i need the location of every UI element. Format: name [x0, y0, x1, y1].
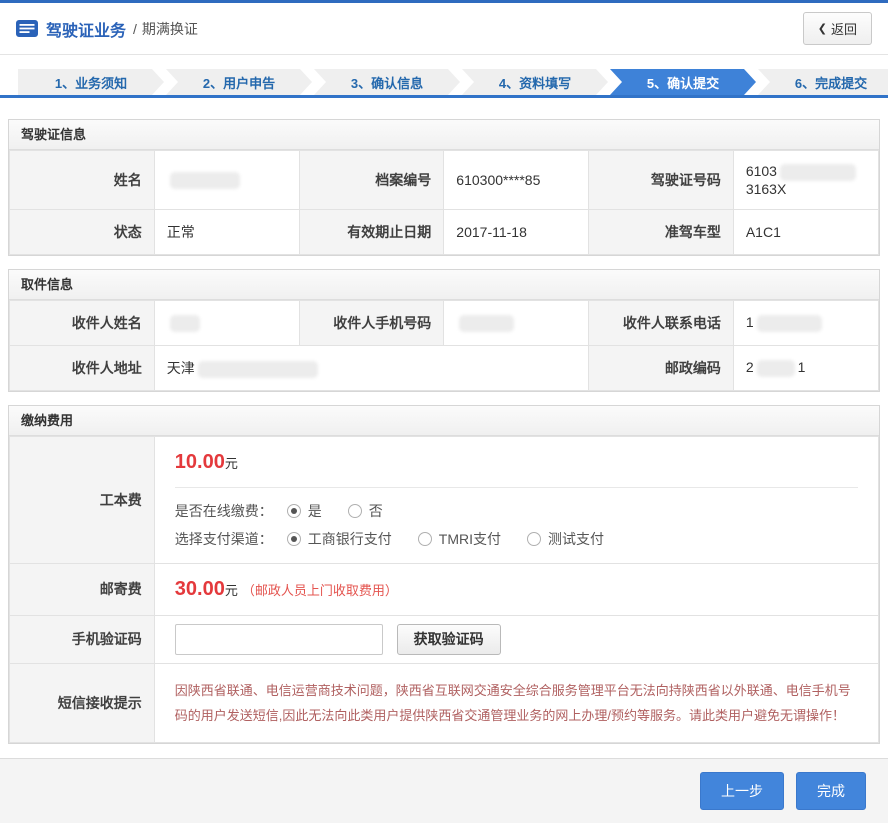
pickup-info-title: 取件信息 [9, 270, 879, 300]
redacted-value [170, 315, 200, 332]
value-recipient-name [154, 300, 299, 345]
redacted-value [757, 315, 822, 332]
footer-action-bar: 上一步 完成 [0, 758, 888, 823]
step-2-user-declaration[interactable]: 2、用户申告 [166, 69, 312, 95]
card-fee-amount-unit: 元 [225, 456, 238, 471]
value-vehicle-class: A1C1 [733, 209, 878, 254]
radio-unselected-icon [418, 532, 432, 546]
postage-fee-note: （邮政人员上门收取费用） [242, 583, 398, 598]
sms-notice-text: 因陕西省联通、电信运营商技术问题，陕西省互联网交通安全综合服务管理平台无法向持陕… [175, 678, 858, 729]
app-header: 驾驶证业务 / 期满换证 ❮ 返回 [0, 3, 888, 55]
get-code-button[interactable]: 获取验证码 [397, 624, 501, 655]
radio-online-pay-yes[interactable]: 是 [287, 501, 322, 521]
chevron-left-icon: ❮ [818, 22, 827, 35]
radio-channel-icbc[interactable]: 工商银行支付 [287, 529, 392, 549]
postage-fee-content: 30.00元 （邮政人员上门收取费用） [154, 563, 878, 615]
radio-unselected-icon [527, 532, 541, 546]
fees-title: 缴纳费用 [9, 406, 879, 436]
redacted-value [198, 361, 318, 378]
label-vehicle-class: 准驾车型 [589, 209, 734, 254]
license-info-section: 驾驶证信息 姓名 档案编号 610300****85 驾驶证号码 6103316… [8, 119, 880, 256]
main-content: 驾驶证信息 姓名 档案编号 610300****85 驾驶证号码 6103316… [0, 98, 888, 757]
step-progress-bar: 1、业务须知 2、用户申告 3、确认信息 4、资料填写 5、确认提交 6、完成提… [0, 69, 888, 98]
redacted-value [757, 360, 795, 377]
radio-selected-icon [287, 504, 301, 518]
table-row: 工本费 10.00元 是否在线缴费： 是 [10, 436, 879, 563]
redacted-value [780, 164, 856, 181]
label-valid-until: 有效期止日期 [299, 209, 444, 254]
license-business-icon [16, 20, 38, 37]
breadcrumb-current: 期满换证 [142, 19, 198, 39]
fees-table: 工本费 10.00元 是否在线缴费： 是 [9, 436, 879, 744]
back-button[interactable]: ❮ 返回 [803, 12, 872, 45]
label-postage-fee: 邮寄费 [10, 563, 155, 615]
label-recipient-address: 收件人地址 [10, 345, 155, 390]
table-row: 姓名 档案编号 610300****85 驾驶证号码 61033163X [10, 151, 879, 210]
fees-section: 缴纳费用 工本费 10.00元 是否在线缴费： 是 [8, 405, 880, 745]
license-info-table: 姓名 档案编号 610300****85 驾驶证号码 61033163X 状态 … [9, 150, 879, 255]
radio-unselected-icon [348, 504, 362, 518]
label-postal-code: 邮政编码 [589, 345, 734, 390]
stepbar-lead-spacer [0, 69, 18, 95]
card-fee-amount-number: 10.00 [175, 451, 225, 473]
label-status: 状态 [10, 209, 155, 254]
pickup-info-table: 收件人姓名 收件人手机号码 收件人联系电话 1 收件人地址 天津 邮政编码 21 [9, 300, 879, 391]
step-1-business-notice[interactable]: 1、业务须知 [18, 69, 164, 95]
license-info-title: 驾驶证信息 [9, 120, 879, 150]
radio-channel-tmri[interactable]: TMRI支付 [418, 529, 501, 549]
back-button-label: 返回 [831, 19, 857, 38]
label-card-fee: 工本费 [10, 436, 155, 563]
label-sms-code: 手机验证码 [10, 615, 155, 663]
value-license-no: 61033163X [733, 151, 878, 210]
table-row: 收件人地址 天津 邮政编码 21 [10, 345, 879, 390]
table-row: 手机验证码 获取验证码 [10, 615, 879, 663]
table-row: 邮寄费 30.00元 （邮政人员上门收取费用） [10, 563, 879, 615]
postage-fee-amount-unit: 元 [225, 583, 238, 598]
radio-channel-test[interactable]: 测试支付 [527, 529, 604, 549]
redacted-value [459, 315, 514, 332]
label-recipient-name: 收件人姓名 [10, 300, 155, 345]
prev-step-button[interactable]: 上一步 [700, 772, 784, 810]
value-recipient-address: 天津 [154, 345, 588, 390]
step-4-fill-data[interactable]: 4、资料填写 [462, 69, 608, 95]
label-sms-notice: 短信接收提示 [10, 663, 155, 743]
step-5-confirm-submit[interactable]: 5、确认提交 [610, 69, 756, 95]
label-recipient-phone: 收件人联系电话 [589, 300, 734, 345]
value-recipient-phone: 1 [733, 300, 878, 345]
table-row: 收件人姓名 收件人手机号码 收件人联系电话 1 [10, 300, 879, 345]
online-pay-row: 是否在线缴费： 是 否 [175, 501, 858, 521]
card-fee-amount: 10.00元 [175, 451, 858, 474]
label-license-no: 驾驶证号码 [589, 151, 734, 210]
pickup-info-section: 取件信息 收件人姓名 收件人手机号码 收件人联系电话 1 收件人地址 天津 邮政… [8, 269, 880, 392]
radio-selected-icon [287, 532, 301, 546]
value-file-no: 610300****85 [444, 151, 589, 210]
value-recipient-mobile [444, 300, 589, 345]
postage-fee-amount-number: 30.00 [175, 578, 225, 600]
step-3-confirm-info[interactable]: 3、确认信息 [314, 69, 460, 95]
pay-channel-question: 选择支付渠道： [175, 529, 273, 549]
value-status: 正常 [154, 209, 299, 254]
label-recipient-mobile: 收件人手机号码 [299, 300, 444, 345]
value-postal-code: 21 [733, 345, 878, 390]
label-file-no: 档案编号 [299, 151, 444, 210]
sms-code-content: 获取验证码 [154, 615, 878, 663]
step-6-complete-submit[interactable]: 6、完成提交 [758, 69, 888, 95]
value-valid-until: 2017-11-18 [444, 209, 589, 254]
sms-notice-content: 因陕西省联通、电信运营商技术问题，陕西省互联网交通安全综合服务管理平台无法向持陕… [154, 663, 878, 743]
redacted-value [170, 172, 240, 189]
table-row: 状态 正常 有效期止日期 2017-11-18 准驾车型 A1C1 [10, 209, 879, 254]
radio-online-pay-no[interactable]: 否 [348, 501, 383, 521]
page-title: 驾驶证业务 [46, 17, 126, 41]
pay-channel-row: 选择支付渠道： 工商银行支付 TMRI支付 测试支付 [175, 529, 858, 549]
finish-button[interactable]: 完成 [796, 772, 866, 810]
sms-code-input[interactable] [175, 624, 383, 655]
online-pay-block: 是否在线缴费： 是 否 选择支付渠道： [175, 487, 858, 549]
online-pay-question: 是否在线缴费： [175, 501, 273, 521]
label-name: 姓名 [10, 151, 155, 210]
table-row: 短信接收提示 因陕西省联通、电信运营商技术问题，陕西省互联网交通安全综合服务管理… [10, 663, 879, 743]
card-fee-content: 10.00元 是否在线缴费： 是 否 [154, 436, 878, 563]
breadcrumb-separator: / [133, 21, 137, 37]
value-name [154, 151, 299, 210]
